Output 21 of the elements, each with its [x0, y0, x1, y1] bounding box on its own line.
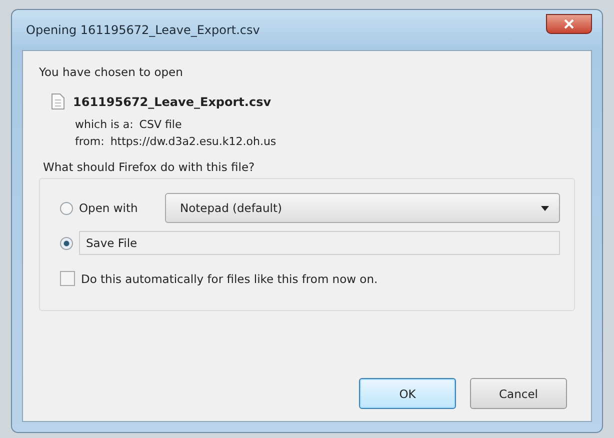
radio-button[interactable] [60, 236, 73, 250]
source-label: from: [75, 135, 104, 148]
file-source: https://dw.d3a2.esu.k12.oh.us [110, 135, 276, 148]
close-button[interactable] [546, 14, 592, 34]
question-text: What should Firefox do with this file? [43, 160, 256, 174]
option-label[interactable]: Open with [79, 197, 159, 219]
application-dropdown[interactable]: Notepad (default) [165, 193, 560, 223]
intro-text: You have chosen to open [39, 65, 184, 79]
file-type: CSV file [139, 118, 182, 131]
radio-button[interactable] [60, 202, 73, 214]
file-icon [51, 93, 65, 110]
checkbox[interactable] [60, 271, 75, 286]
dialog-button[interactable]: Cancel [470, 378, 567, 409]
type-label: which is a: [75, 118, 134, 131]
file-name: 161195672_Leave_Export.csv [73, 94, 272, 108]
caret-icon [541, 206, 549, 210]
window-title: Opening 161195672_Leave_Export.csv [25, 23, 260, 37]
close-icon [563, 19, 575, 29]
option-label[interactable]: Save File [79, 231, 560, 255]
checkbox-label[interactable]: Do this automatically for files like this from now on. [81, 272, 378, 286]
dialog-button[interactable]: OK [359, 378, 456, 409]
